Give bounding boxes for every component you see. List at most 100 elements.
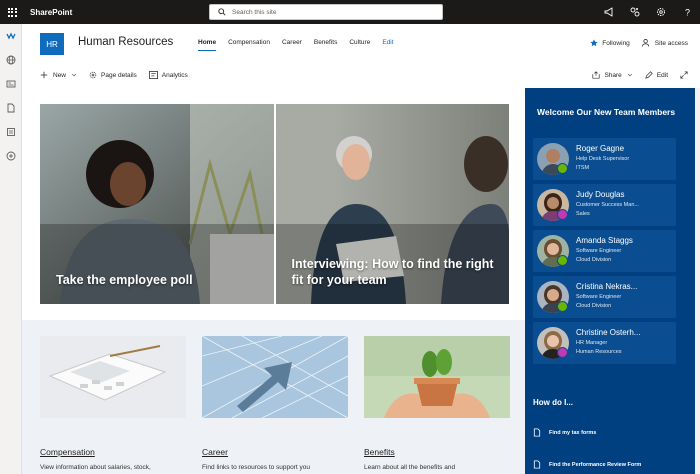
page-canvas: Take the employee poll Interviewing: How… [22,88,525,474]
edit-button[interactable]: Edit [645,71,668,79]
share-button[interactable]: Share [592,71,632,79]
link-performance-review[interactable]: Find the Performance Review Form [533,460,641,469]
link-label: Find my tax forms [549,429,597,436]
nav-compensation[interactable]: Compensation [228,39,270,46]
person-card[interactable]: Amanda Staggs Software Engineer Cloud Di… [533,230,676,272]
document-icon [533,428,541,437]
analytics-label: Analytics [161,71,188,79]
plus-icon [40,71,48,79]
globe-icon[interactable] [0,48,22,72]
nav-edit[interactable]: Edit [382,39,393,46]
person-name: Cristina Nekras... [576,282,638,291]
card-desc-career: Find links to resources to support you [202,464,311,471]
link-tax-forms[interactable]: Find my tax forms [533,428,596,437]
page-details-button[interactable]: Page details [89,71,137,79]
site-logo[interactable]: HR [40,33,64,55]
person-department: Cloud Division [576,303,612,309]
news-icon[interactable] [0,72,22,96]
chevron-down-icon [71,73,77,77]
card-title-career[interactable]: Career [202,447,348,457]
card-desc-compensation: View information about salaries, stock, [40,464,151,471]
status-badge [557,347,568,358]
pencil-icon [645,71,653,79]
hero-caption-interviewing: Interviewing: How to find the right fit … [291,257,494,287]
person-department: Human Resources [576,349,622,355]
svg-text:?: ? [685,8,690,18]
person-role: Software Engineer [576,248,622,254]
status-badge [557,301,568,312]
share-icon [592,71,600,79]
people-icon [641,39,649,47]
command-bar: New Page details Analytics Share Edit [22,64,700,88]
app-launcher-icon[interactable] [0,0,24,24]
site-access-button[interactable]: Site access [641,39,688,47]
status-badge [557,163,568,174]
hero-caption-poll: Take the employee poll [56,273,193,287]
person-role: Software Engineer [576,294,622,300]
page-details-label: Page details [101,71,137,79]
sharepoint-logo-icon[interactable] [0,24,22,48]
share-network-icon[interactable] [622,0,648,24]
help-icon[interactable]: ? [674,0,700,24]
hero-web-part: Take the employee poll Interviewing: How… [40,104,509,304]
person-department: ITSM [576,165,590,171]
card-image-arrow [202,336,348,418]
nav-career[interactable]: Career [282,39,302,46]
site-header: HR Human Resources Home Compensation Car… [22,24,700,64]
person-role: Customer Success Man... [576,202,639,208]
megaphone-icon[interactable] [596,0,622,24]
following-button[interactable]: Following [590,39,630,47]
brand-name[interactable]: SharePoint [30,8,72,17]
card-image-plant [364,336,510,418]
new-button[interactable]: New [40,71,77,79]
app-bar [0,24,22,474]
person-department: Sales [576,211,590,217]
nav-culture[interactable]: Culture [349,39,370,46]
person-card[interactable]: Christine Osterh... HR Manager Human Res… [533,322,676,364]
person-name: Amanda Staggs [576,236,633,245]
hero-tile-interviewing[interactable]: Interviewing: How to find the right fit … [275,104,509,304]
star-icon [590,39,598,47]
search-box[interactable]: Search this site [209,4,443,20]
card-image-calculator [40,336,186,418]
person-name: Roger Gagne [576,144,625,153]
person-card[interactable]: Cristina Nekras... Software Engineer Clo… [533,276,676,318]
document-icon [533,460,541,469]
edit-label: Edit [656,71,668,79]
page-scrollbar[interactable] [695,88,700,474]
card-career[interactable]: Career Find links to resources to suppor… [202,336,348,471]
status-badge [557,209,568,220]
link-label: Find the Performance Review Form [549,461,642,468]
analytics-button[interactable]: Analytics [148,71,188,79]
settings-icon[interactable] [648,0,674,24]
person-name: Christine Osterh... [576,328,641,337]
welcome-panel: Welcome Our New Team Members Roger Gagne… [525,88,695,474]
nav-benefits[interactable]: Benefits [314,39,338,46]
person-card[interactable]: Judy Douglas Customer Success Man... Sal… [533,184,676,226]
person-department: Cloud Division [576,257,612,263]
chevron-down-icon [627,73,632,77]
add-circle-icon[interactable] [0,144,22,168]
site-access-label: Site access [654,39,688,47]
card-compensation[interactable]: Compensation View information about sala… [40,336,186,471]
site-title[interactable]: Human Resources [78,36,173,48]
person-role: Help Desk Supervisor [576,156,630,162]
new-label: New [53,71,67,79]
document-icon[interactable] [0,96,22,120]
list-icon[interactable] [0,120,22,144]
search-placeholder: Search this site [232,8,277,16]
card-benefits[interactable]: Benefits Learn about all the benefits an… [364,336,510,471]
panel-heading: Welcome Our New Team Members [537,107,676,117]
site-navigation: Home Compensation Career Benefits Cultur… [198,39,406,51]
hero-tile-poll[interactable]: Take the employee poll [40,104,274,304]
how-do-i-heading: How do I... [533,398,573,407]
card-desc-benefits: Learn about all the benefits and [364,464,456,471]
person-role: HR Manager [576,340,608,346]
share-label: Share [604,71,622,79]
card-title-compensation[interactable]: Compensation [40,447,186,457]
expand-icon[interactable] [680,71,688,79]
person-card[interactable]: Roger Gagne Help Desk Supervisor ITSM [533,138,676,180]
status-badge [557,255,568,266]
card-title-benefits[interactable]: Benefits [364,447,510,457]
nav-home[interactable]: Home [198,39,217,51]
